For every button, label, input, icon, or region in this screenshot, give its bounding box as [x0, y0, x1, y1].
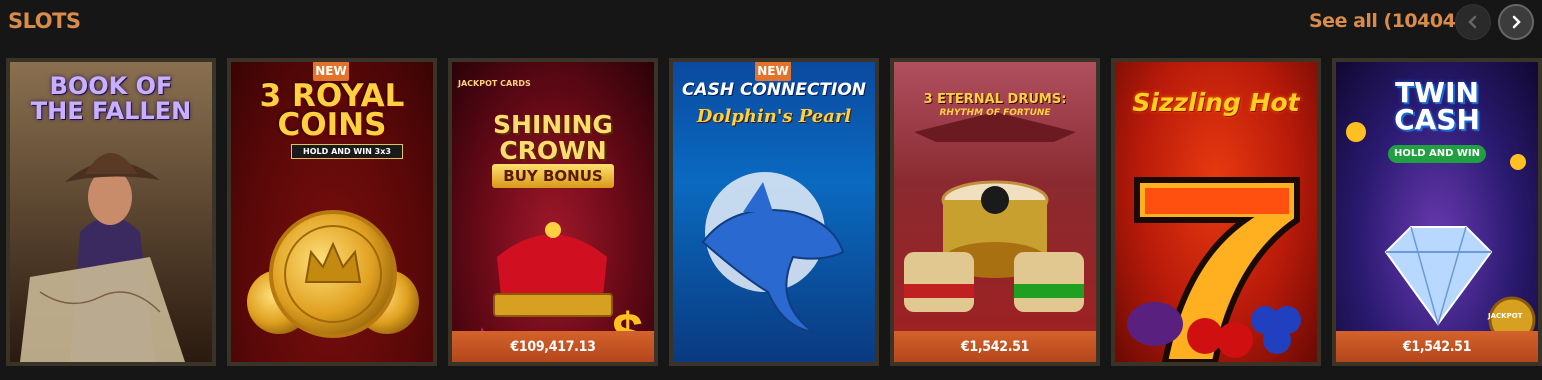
drums-artwork: [904, 112, 1084, 312]
game-title-line2: CROWN: [499, 136, 607, 166]
section-title: SLOTS: [8, 9, 81, 33]
game-subtitle: Dolphin's Pearl: [696, 106, 852, 127]
game-card-cash-connection-dolphins-pearl[interactable]: NEW CASH CONNECTION Dolphin's Pearl: [669, 58, 879, 366]
jackpot-amount: €1,542.51: [894, 331, 1096, 362]
game-subtitle: HOLD AND WIN: [1388, 145, 1486, 163]
game-title: BOOK OF: [49, 72, 173, 100]
game-title: 3 ETERNAL DRUMS:: [923, 92, 1067, 107]
game-card-twin-cash[interactable]: TWIN CASH HOLD AND WIN JACKPOT €1,542.51: [1332, 58, 1542, 366]
brand-label: JACKPOT CARDS: [458, 79, 531, 88]
carousel-prev-button[interactable]: [1455, 4, 1491, 40]
brand-label: JACKPOT: [1488, 312, 1523, 320]
game-title-line2: COINS: [277, 107, 387, 144]
game-thumbnail: NEW 3 ROYAL COINS HOLD AND WIN 3x3: [231, 62, 433, 362]
game-card-book-of-the-fallen[interactable]: BOOK OF THE FALLEN: [6, 58, 216, 366]
game-title: CASH CONNECTION: [681, 80, 867, 100]
game-thumbnail: BOOK OF THE FALLEN: [10, 62, 212, 362]
game-thumbnail: 3 ETERNAL DRUMS: RHYTHM OF FORTUNE €1,54…: [894, 62, 1096, 362]
chevron-left-icon: [1468, 15, 1477, 29]
new-badge: NEW: [313, 62, 349, 81]
jackpot-amount: €109,417.13: [452, 331, 654, 362]
game-title-line2: CASH: [1394, 102, 1480, 136]
game-card-shining-crown[interactable]: $ JACKPOT CARDS SHINING CROWN BUY BONUS …: [448, 58, 658, 366]
game-subtitle: RHYTHM OF FORTUNE: [939, 108, 1051, 118]
new-badge: NEW: [755, 62, 791, 81]
carousel-next-button[interactable]: [1498, 4, 1534, 40]
crown-artwork: $: [472, 222, 643, 362]
game-thumbnail: Sizzling Hot: [1115, 62, 1317, 362]
game-thumbnail: TWIN CASH HOLD AND WIN JACKPOT €1,542.51: [1336, 62, 1538, 362]
game-title: SHINING: [493, 110, 613, 139]
game-card-sizzling-hot[interactable]: Sizzling Hot: [1111, 58, 1321, 366]
game-title-line2: THE FALLEN: [30, 97, 192, 126]
chevron-right-icon: [1512, 15, 1521, 29]
buy-bonus-label: BUY BONUS: [492, 164, 614, 188]
game-thumbnail: $ JACKPOT CARDS SHINING CROWN BUY BONUS …: [452, 62, 654, 362]
game-title: Sizzling Hot: [1132, 88, 1300, 117]
section-header: SLOTS See all (10404): [0, 0, 1542, 50]
game-card-3-royal-coins[interactable]: NEW 3 ROYAL COINS HOLD AND WIN 3x3: [227, 58, 437, 366]
game-subtitle: HOLD AND WIN 3x3: [291, 144, 403, 159]
game-thumbnail: NEW CASH CONNECTION Dolphin's Pearl: [673, 62, 875, 362]
jackpot-amount: €1,542.51: [1336, 331, 1538, 362]
see-all-link[interactable]: See all (10404): [1309, 10, 1464, 32]
game-card-3-eternal-drums[interactable]: 3 ETERNAL DRUMS: RHYTHM OF FORTUNE €1,54…: [890, 58, 1100, 366]
